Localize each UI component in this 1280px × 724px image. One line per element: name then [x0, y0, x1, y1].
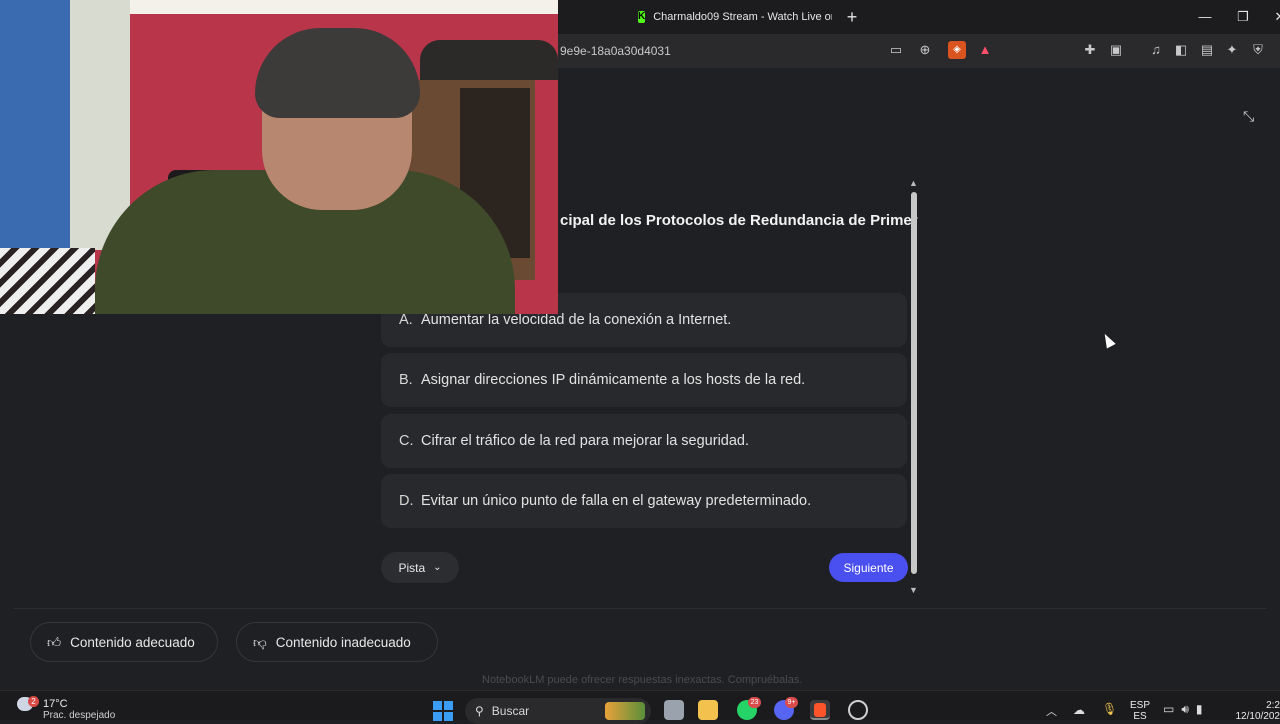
option-text: Cifrar el tráfico de la red para mejorar… [421, 433, 750, 449]
weather-description: Prac. despejado [43, 710, 116, 721]
chevron-down-icon: ⌄ [433, 562, 442, 573]
option-text: Aumentar la velocidad de la conexión a I… [421, 312, 732, 328]
zoom-icon[interactable]: ⊕ [916, 41, 934, 59]
option-letter: A. [399, 312, 413, 328]
cast-icon[interactable]: ▭ [887, 41, 905, 59]
volume-icon: 🔊︎ [1181, 702, 1196, 716]
thumbs-down-icon: 👎︎ [253, 634, 267, 650]
good-content-label: Contenido adecuado [70, 634, 195, 650]
search-label: Buscar [491, 704, 530, 718]
microphone-icon[interactable]: 🎙︎ [1102, 702, 1117, 716]
divider [14, 608, 1266, 609]
close-button[interactable]: ✕ [1270, 8, 1280, 26]
scrollbar-thumb[interactable] [911, 192, 917, 574]
language-indicator[interactable]: ESP ES [1130, 700, 1150, 722]
answer-option-d[interactable]: D. Evitar un único punto de falla en el … [381, 474, 907, 528]
scroll-up-arrow[interactable]: ▲ [909, 178, 918, 188]
sidebar-icon[interactable]: ◧ [1172, 41, 1190, 59]
chevron-up-icon[interactable]: ︿ [1046, 703, 1057, 719]
brave-shields-icon[interactable]: ◈ [948, 41, 966, 59]
bad-content-button[interactable]: 👎︎ Contenido inadecuado [236, 622, 438, 662]
option-text: Asignar direcciones IP dinámicamente a l… [421, 372, 806, 388]
question-text: cipal de los Protocolos de Redundancia d… [560, 212, 918, 229]
vpn-icon[interactable]: ⛨ [1249, 41, 1267, 59]
task-view-icon[interactable] [664, 700, 684, 720]
weather-badge: 2 [28, 696, 39, 707]
tab-title: Charmaldo09 Stream - Watch Live on [653, 11, 832, 23]
system-tray-icons[interactable]: ▭🔊︎▮ [1163, 702, 1210, 717]
option-text: Evitar un único punto de falla en el gat… [421, 493, 812, 509]
answer-option-c[interactable]: C. Cifrar el tráfico de la red para mejo… [381, 414, 907, 468]
hint-button[interactable]: Pista ⌄ [381, 552, 459, 583]
discord-badge: 9+ [785, 697, 798, 708]
taskbar-clock[interactable]: 2:2 12/10/202 [1230, 700, 1280, 722]
clock-time: 2:2 [1266, 700, 1280, 711]
minimize-button[interactable]: — [1195, 8, 1215, 26]
whatsapp-badge: 23 [748, 697, 761, 708]
obs-icon[interactable] [848, 700, 868, 720]
disclaimer-text: NotebookLM puede ofrecer respuestas inex… [482, 674, 803, 686]
battery-icon: ▮ [1195, 702, 1210, 716]
brave-taskbar-icon[interactable] [810, 700, 830, 720]
webcam-overlay [0, 0, 558, 314]
webcam-person-hair [255, 28, 420, 118]
media-icon[interactable]: ♫ [1147, 41, 1165, 59]
webcam-door [70, 0, 130, 250]
webcam-blue-wall [0, 0, 70, 260]
address-bar[interactable]: 9e9e-18a0a30d4031 [560, 40, 671, 62]
taskbar-search[interactable]: ⚲ Buscar [465, 698, 651, 724]
wallet-icon[interactable]: ▤ [1198, 41, 1216, 59]
scroll-down-arrow[interactable]: ▼ [909, 585, 918, 595]
keyboard-layout: ES [1133, 711, 1147, 722]
network-icon: ▭ [1163, 702, 1182, 716]
next-button[interactable]: Siguiente [829, 553, 908, 582]
language-code: ESP [1130, 700, 1151, 711]
option-letter: D. [399, 493, 414, 509]
weather-temperature[interactable]: 17°C [43, 698, 68, 710]
windows-start-icon[interactable] [433, 701, 453, 721]
search-highlight-icon [605, 702, 645, 720]
search-icon: ⚲ [475, 704, 484, 718]
thumbs-up-icon: 👍︎ [47, 634, 62, 650]
file-explorer-icon[interactable] [698, 700, 718, 720]
good-content-button[interactable]: 👍︎ Contenido adecuado [30, 622, 218, 662]
option-letter: C. [399, 433, 414, 449]
webcam-shelf [420, 40, 558, 80]
webcam-ceiling-light [130, 0, 558, 14]
bad-content-label: Contenido inadecuado [275, 634, 411, 650]
new-tab-button[interactable]: + [844, 7, 860, 27]
restore-button[interactable]: ❐ [1233, 8, 1253, 26]
hint-label: Pista [398, 560, 426, 575]
leo-icon[interactable]: ✦ [1223, 41, 1241, 59]
collapse-icon[interactable]: ⤡ [1243, 108, 1261, 126]
browser-tab[interactable]: K Charmaldo09 Stream - Watch Live on [622, 0, 832, 34]
option-letter: B. [399, 372, 413, 388]
screenshot-icon[interactable]: ▣ [1107, 41, 1125, 59]
answer-option-b[interactable]: B. Asignar direcciones IP dinámicamente … [381, 353, 907, 407]
webcam-pillow [0, 248, 95, 314]
kick-icon: K [638, 11, 646, 23]
brave-rewards-icon[interactable]: ▲ [976, 41, 994, 59]
extensions-icon[interactable]: ✚ [1081, 41, 1099, 59]
clock-date: 12/10/202 [1235, 711, 1280, 722]
onedrive-icon[interactable]: ☁ [1073, 703, 1085, 717]
